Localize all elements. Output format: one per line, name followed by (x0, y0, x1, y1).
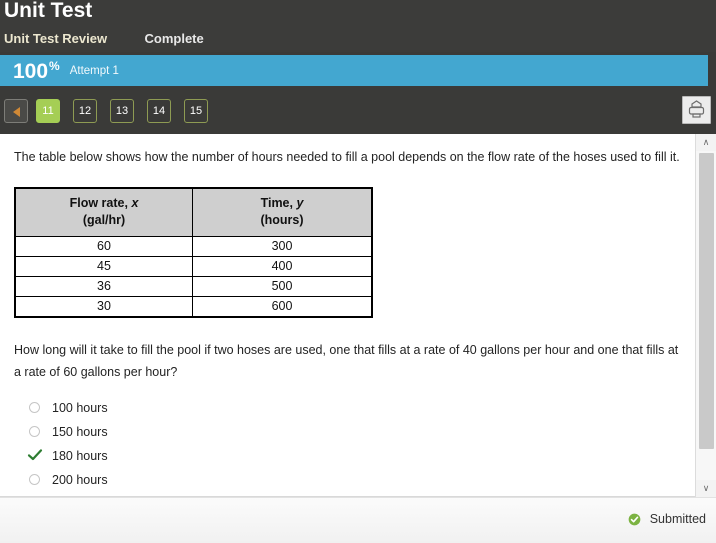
percent-symbol: % (49, 58, 60, 73)
completion-status-label: Complete (144, 31, 204, 46)
table-row: 45 400 (14, 256, 373, 277)
answer-option-1[interactable]: 100 hours (14, 396, 681, 420)
cell-flow-rate: 30 (14, 296, 193, 318)
cell-time: 600 (192, 296, 373, 318)
check-mark-icon (27, 449, 43, 461)
radio-button-icon[interactable] (29, 402, 40, 413)
scrollbar-thumb[interactable] (699, 153, 714, 449)
cell-time: 300 (192, 236, 373, 257)
pager-prev-button[interactable] (4, 99, 28, 123)
breadcrumb-unit-test-review[interactable]: Unit Test Review (4, 31, 107, 46)
question-content-area: The table below shows how the number of … (0, 134, 716, 497)
pager-page-14[interactable]: 14 (147, 99, 171, 123)
chevron-up-icon[interactable]: ∧ (696, 134, 716, 151)
data-table: Flow rate, x (gal/hr) Time, y (hours) 60… (14, 186, 373, 318)
header-time-units: (hours) (260, 212, 304, 227)
table-head: Flow rate, x (gal/hr) Time, y (hours) (14, 187, 373, 237)
pager-page-12[interactable]: 12 (73, 99, 97, 123)
answer-options: 100 hours 150 hours 180 hours 200 hours (14, 396, 681, 492)
table-header-flow-rate: Flow rate, x (gal/hr) (14, 187, 193, 237)
content-scrollbar[interactable]: ∧ ∨ (695, 134, 716, 497)
score-bar: 100% Attempt 1 (0, 55, 708, 86)
submitted-label: Submitted (649, 512, 706, 526)
score-percent-value: 100 (13, 59, 49, 83)
answer-option-label: 180 hours (52, 449, 108, 463)
radio-button-icon[interactable] (29, 426, 40, 437)
answer-option-3-selected[interactable]: 180 hours (14, 444, 681, 468)
cell-flow-rate: 36 (14, 276, 193, 297)
cell-flow-rate: 45 (14, 256, 193, 277)
question-body: The table below shows how the number of … (0, 134, 695, 497)
passage-text: The table below shows how the number of … (14, 150, 680, 164)
cell-flow-rate: 60 (14, 236, 193, 257)
pager-page-13[interactable]: 13 (110, 99, 134, 123)
header-flow-rate-units: (gal/hr) (82, 212, 126, 227)
answer-option-4[interactable]: 200 hours (14, 468, 681, 492)
print-button[interactable] (682, 96, 711, 124)
header-time-prefix: Time, (260, 195, 297, 210)
cell-time: 400 (192, 256, 373, 277)
table-row: 36 500 (14, 276, 373, 297)
question-pager: 11 12 13 14 15 (0, 90, 716, 134)
answer-option-label: 150 hours (52, 425, 108, 439)
header-flow-rate-variable: x (131, 195, 139, 210)
pager-page-11[interactable]: 11 (36, 99, 60, 123)
answer-option-label: 200 hours (52, 473, 108, 487)
answer-option-label: 100 hours (52, 401, 108, 415)
page-footer: Submitted (0, 497, 716, 543)
score-percent: 100% (13, 60, 60, 82)
answer-option-2[interactable]: 150 hours (14, 420, 681, 444)
header-time-variable: y (296, 195, 304, 210)
cell-time: 500 (192, 276, 373, 297)
table-row: 30 600 (14, 296, 373, 318)
question-text: How long will it take to fill the pool i… (14, 343, 679, 379)
chevron-down-icon[interactable]: ∨ (696, 480, 716, 497)
check-circle-icon (628, 513, 641, 529)
table-row: 60 300 (14, 236, 373, 257)
page-header: Unit Test Unit Test Review Complete (0, 0, 716, 52)
triangle-left-icon (12, 107, 20, 117)
header-flow-rate-prefix: Flow rate, (69, 195, 132, 210)
table-body: 60 300 45 400 36 500 30 600 (14, 236, 373, 318)
unit-test-page: Unit Test Unit Test Review Complete 100%… (0, 0, 716, 543)
printer-icon (688, 100, 705, 118)
radio-button-icon[interactable] (29, 474, 40, 485)
submitted-status: Submitted (628, 512, 706, 529)
table-header-time: Time, y (hours) (192, 187, 373, 237)
page-title: Unit Test (4, 0, 93, 22)
table-header-row: Flow rate, x (gal/hr) Time, y (hours) (14, 187, 373, 237)
attempt-label: Attempt 1 (69, 64, 119, 77)
pager-page-15[interactable]: 15 (184, 99, 208, 123)
header-subrow: Unit Test Review Complete (4, 30, 204, 48)
